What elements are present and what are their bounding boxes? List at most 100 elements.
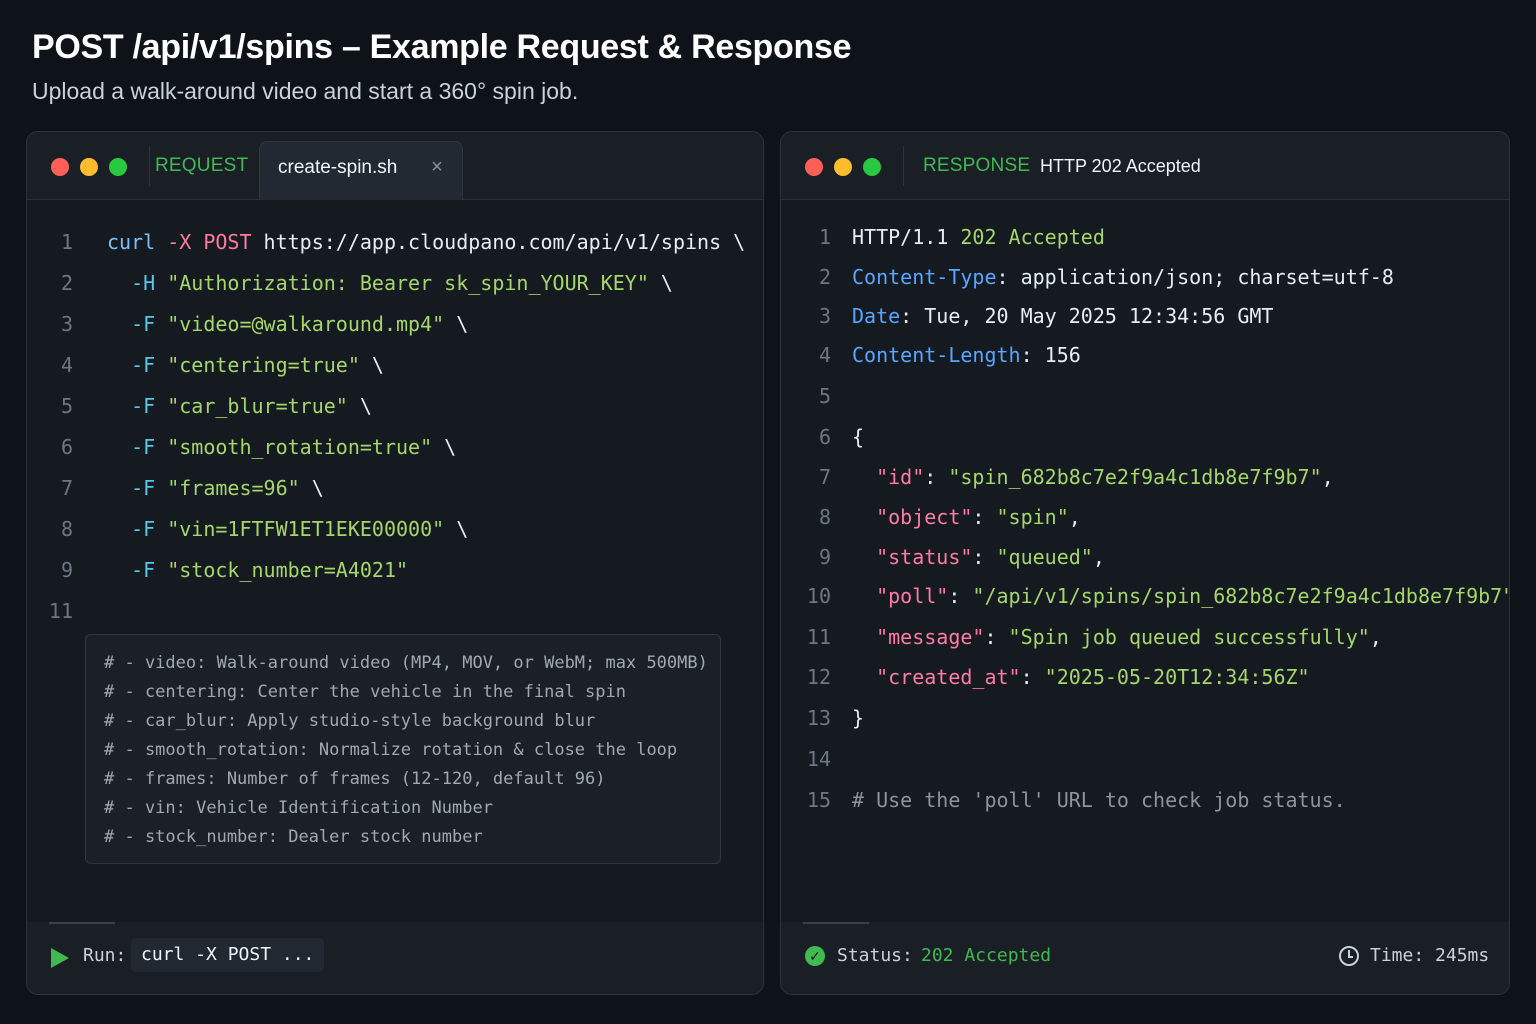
code-token: curl <box>107 230 168 254</box>
code-token: "vin=1FTFW1ET1EKE00000" <box>167 517 445 541</box>
code-line: 8 "object": "spin", <box>781 502 1509 532</box>
code-token: -F <box>107 394 168 418</box>
comment-line: # - smooth_rotation: Normalize rotation … <box>104 740 678 760</box>
green-dot-icon[interactable] <box>863 158 881 176</box>
close-icon[interactable]: × <box>426 156 448 178</box>
line-number: 3 <box>60 312 73 336</box>
code-text: -F "smooth_rotation=true" \ <box>107 432 456 462</box>
code-line: 6 -F "smooth_rotation=true" \ <box>27 432 763 462</box>
code-token: "stock_number=A4021" <box>167 558 409 582</box>
code-line: 13} <box>781 703 1509 733</box>
status-label: Status: <box>837 945 913 966</box>
code-line: 1 HTTP/1.1 202 Accepted <box>781 222 1509 252</box>
line-number: 1 <box>60 230 73 254</box>
comment-line: # - stock_number: Dealer stock number <box>104 827 483 847</box>
code-text: -F "car_blur=true" \ <box>107 391 372 421</box>
code-text: curl -X POST https://app.cloudpano.com/a… <box>107 227 745 257</box>
clock-icon <box>1339 946 1359 966</box>
code-text: Date: Tue, 20 May 2025 12:34:56 GMT <box>852 301 1273 331</box>
line-number: 14 <box>806 747 831 771</box>
code-token: \ <box>299 476 324 500</box>
code-token: \ <box>648 271 673 295</box>
code-token: , <box>1092 545 1105 569</box>
code-token: \ <box>347 394 372 418</box>
code-text: -F "stock_number=A4021" <box>107 555 408 585</box>
code-token: "2025-05-20T12:34:56Z" <box>1044 665 1310 689</box>
line-number: 7 <box>60 476 73 500</box>
code-token: : Tue, 20 May 2025 12:34:56 GMT <box>900 304 1274 328</box>
code-text: "status": "queued", <box>852 542 1105 572</box>
line-number: 8 <box>818 505 831 529</box>
code-token: "Authorization: Bearer sk_spin_YOUR_KEY" <box>167 271 649 295</box>
code-token: , <box>1068 505 1081 529</box>
line-number: 2 <box>60 271 73 295</box>
run-command[interactable]: curl -X POST ... <box>131 938 325 972</box>
code-line: 12 "created_at": "2025-05-20T12:34:56Z" <box>781 662 1509 692</box>
comment-line: # - centering: Center the vehicle in the… <box>104 682 626 702</box>
page-subtitle: Upload a walk-around video and start a 3… <box>32 78 579 104</box>
code-token: -X POST <box>167 230 264 254</box>
yellow-dot-icon[interactable] <box>834 158 852 176</box>
code-token: -F <box>107 558 168 582</box>
code-token: "message" <box>852 625 985 649</box>
green-dot-icon[interactable] <box>109 158 127 176</box>
code-token: -H <box>107 271 168 295</box>
response-status-text: HTTP 202 Accepted <box>1040 156 1201 176</box>
code-token: "car_blur=true" <box>167 394 348 418</box>
code-text: } <box>852 703 864 733</box>
code-token: 202 Accepted <box>960 225 1105 249</box>
code-line: 3 Date: Tue, 20 May 2025 12:34:56 GMT <box>781 301 1509 331</box>
line-number: 4 <box>60 353 73 377</box>
code-token: "frames=96" <box>167 476 300 500</box>
code-token: \ <box>444 312 469 336</box>
play-icon[interactable] <box>51 948 69 968</box>
tab-response[interactable]: RESPONSE <box>923 132 1030 200</box>
line-number: 4 <box>818 343 831 367</box>
code-token: "queued" <box>996 545 1093 569</box>
code-token: # Use the 'poll' URL to check job status… <box>852 788 1346 812</box>
red-dot-icon[interactable] <box>805 158 823 176</box>
file-tab[interactable]: create-spin.sh × <box>259 141 463 200</box>
code-token: "id" <box>852 465 925 489</box>
code-text: Content-Type: application/json; charset=… <box>852 262 1394 292</box>
code-text: "message": "Spin job queued successfully… <box>852 622 1382 652</box>
yellow-dot-icon[interactable] <box>80 158 98 176</box>
code-token: , <box>1369 625 1382 649</box>
code-text: -H "Authorization: Bearer sk_spin_YOUR_K… <box>107 268 673 298</box>
code-line: 15 # Use the 'poll' URL to check job stat… <box>781 785 1509 815</box>
code-line: 5 -F "car_blur=true" \ <box>27 391 763 421</box>
code-token: : 156 <box>1020 343 1081 367</box>
line-number: 3 <box>818 304 831 328</box>
response-footer: ✓ Status: 202 Accepted Time: 245ms <box>781 922 1509 994</box>
request-titlebar: REQUEST create-spin.sh × <box>27 132 763 200</box>
line-number: 11 <box>806 625 831 649</box>
line-number: 2 <box>818 265 831 289</box>
code-token: "spin" <box>996 505 1069 529</box>
line-number: 9 <box>818 545 831 569</box>
line-number: 11 <box>48 599 73 623</box>
page-title: POST /api/v1/spins – Example Request & R… <box>32 28 852 66</box>
comment-line: # - car_blur: Apply studio-style backgro… <box>104 711 596 731</box>
red-dot-icon[interactable] <box>51 158 69 176</box>
code-line: 9 -F "stock_number=A4021" <box>27 555 763 585</box>
code-line: 3 -F "video=@walkaround.mp4" \ <box>27 309 763 339</box>
code-text: "object": "spin", <box>852 502 1081 532</box>
code-line: 2 -H "Authorization: Bearer sk_spin_YOUR… <box>27 268 763 298</box>
code-line: 5 <box>781 381 1509 411</box>
response-titlebar: RESPONSE HTTP 202 Accepted <box>781 132 1509 200</box>
code-token: Content-Type <box>852 265 997 289</box>
line-number: 8 <box>60 517 73 541</box>
code-token: Content-Length <box>852 343 1021 367</box>
response-panel: RESPONSE HTTP 202 Accepted 1 HTTP/1.1 202… <box>780 131 1510 995</box>
code-token: "centering=true" <box>167 353 360 377</box>
code-token: "poll" <box>852 584 949 608</box>
tab-request[interactable]: REQUEST <box>155 132 248 200</box>
code-line: 2 Content-Type: application/json; charset… <box>781 262 1509 292</box>
code-text: HTTP/1.1 202 Accepted <box>852 222 1105 252</box>
code-token: : <box>972 545 997 569</box>
divider <box>149 146 150 186</box>
code-token: \ <box>432 435 457 459</box>
code-line: 4 Content-Length: 156 <box>781 340 1509 370</box>
code-token: https://app.cloudpano.com/api/v1/spins \ <box>263 230 746 254</box>
code-token: "video=@walkaround.mp4" <box>167 312 445 336</box>
